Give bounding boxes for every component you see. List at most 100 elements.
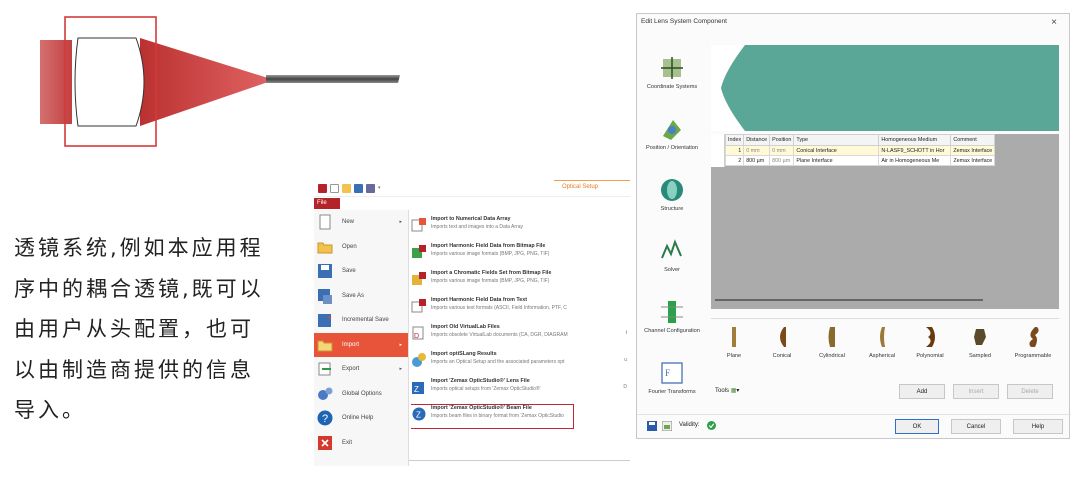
submenu-arrow-icon: ▸ — [399, 341, 402, 348]
submenu-item-import-harmonic-text[interactable]: Import Harmonic Field Data from Text Impo… — [411, 295, 630, 322]
submenu-item-import-zemax-lens[interactable]: Z Import 'Zemax OpticStudio®' Lens File I… — [411, 376, 630, 403]
sidebar-solver[interactable]: Solver — [643, 225, 701, 286]
palette-plane[interactable]: Plane — [711, 319, 757, 369]
tools-dropdown[interactable]: Tools ▦▾ — [715, 387, 739, 394]
lens-shape — [74, 37, 145, 127]
horizontal-scrollbar[interactable] — [715, 299, 983, 301]
table-row[interactable]: 1 0 mm 0 mm Conical Interface N-LASF9_SC… — [724, 145, 996, 156]
incremental-save-icon: + — [318, 313, 332, 328]
sidebar-channel-configuration[interactable]: Channel Configuration — [643, 286, 701, 347]
col-distance[interactable]: Distance — [743, 134, 771, 146]
insert-button[interactable]: Insert — [953, 384, 999, 399]
svg-text:?: ? — [322, 413, 328, 425]
palette-aspherical[interactable]: Aspherical — [859, 319, 905, 369]
new-icon[interactable] — [330, 183, 339, 193]
col-type[interactable]: Type — [793, 134, 880, 146]
help-icon: ? — [317, 410, 333, 426]
customize-arrow-icon[interactable]: ▾ — [378, 185, 381, 191]
import-submenu: Import to Numerical Data Array Imports te… — [411, 214, 630, 464]
new-document-icon — [319, 214, 331, 230]
help-button[interactable]: Help — [1013, 419, 1063, 434]
save-disk-icon — [318, 264, 332, 279]
table-row[interactable]: 2 800 µm 800 µm Plane Interface Air in H… — [724, 155, 996, 166]
close-icon[interactable]: × — [1051, 17, 1057, 28]
menu-item-open[interactable]: Open — [314, 235, 408, 260]
slide: 透镜系统,例如本应用程序中的耦合透镜,既可以由用户从头配置，也可以由制造商提供的… — [0, 0, 1080, 478]
incoming-beam — [40, 40, 72, 124]
submenu-arrow-icon: ▸ — [399, 219, 402, 226]
table-header-row: Index Distance Position Type Homogeneous… — [724, 134, 996, 146]
fourier-transforms-icon: F — [661, 361, 683, 384]
col-medium[interactable]: Homogeneous Medium — [878, 134, 952, 146]
menu-item-save[interactable]: Save — [314, 259, 408, 284]
structure-icon — [661, 178, 683, 201]
sidebar-fourier-transforms[interactable]: F Fourier Transforms — [643, 347, 701, 408]
sidebar-structure[interactable]: Structure — [643, 164, 701, 225]
sidebar-coordinate-systems[interactable]: Coordinate Systems — [643, 42, 701, 103]
dialog-title: Edit Lens System Component — [641, 18, 727, 25]
data-array-icon — [411, 218, 426, 232]
gears-icon — [318, 387, 333, 400]
menu-item-online-help[interactable]: ? Online Help — [314, 406, 408, 431]
col-position[interactable]: Position — [769, 134, 795, 146]
submenu-item-import-chromatic-bitmap[interactable]: Import a Chromatic Fields Set from Bitma… — [411, 268, 630, 295]
sampled-interface-icon — [974, 329, 986, 345]
print-icon[interactable] — [366, 183, 375, 193]
interface-grid: Index Distance Position Type Homogeneous… — [724, 134, 996, 166]
menu-item-save-as[interactable]: Save As — [314, 284, 408, 309]
coordinate-systems-icon — [661, 56, 683, 79]
col-index[interactable]: Index — [724, 134, 745, 146]
validity-label: Validity: — [679, 422, 700, 428]
cancel-button[interactable]: Cancel — [951, 419, 1001, 434]
file-menu-left-pane: New ▸ Open Save Save As + Incremental Sa… — [314, 210, 409, 466]
palette-sampled[interactable]: Sampled — [957, 319, 1003, 369]
submenu-item-import-data-array[interactable]: Import to Numerical Data Array Imports te… — [411, 214, 630, 241]
svg-text:D: D — [414, 333, 419, 340]
file-menu-window: ▾ Optical Setup File New ▸ Open Save Sav… — [314, 180, 630, 466]
delete-button[interactable]: Delete — [1007, 384, 1053, 399]
folder-open-icon — [317, 242, 333, 254]
cylindrical-interface-icon — [828, 327, 835, 347]
menu-item-incremental-save[interactable]: + Incremental Save — [314, 308, 408, 333]
solver-icon — [661, 238, 682, 258]
zemax-lens-highlight-box — [411, 404, 574, 429]
sidebar-position-orientation[interactable]: Position / Orientation — [643, 103, 701, 164]
edit-lens-system-dialog: Edit Lens System Component × Coordinate … — [636, 13, 1071, 439]
dialog-footer: Validity: OK Cancel Help — [637, 414, 1071, 438]
harmonic-field-text-icon — [411, 299, 426, 313]
plane-interface-icon — [732, 327, 736, 347]
menu-item-exit[interactable]: Exit — [314, 431, 408, 456]
palette-conical[interactable]: Conical — [759, 319, 805, 369]
save-icon[interactable] — [647, 421, 657, 431]
interface-palette: Plane Conical Cylindrical Aspherical Pol… — [711, 318, 1059, 368]
interface-table: Index Distance Position Type Homogeneous… — [711, 134, 1059, 309]
submenu-item-import-optislang[interactable]: Import optiSLang Results Imports an Optic… — [411, 349, 630, 376]
file-tab[interactable]: File — [314, 198, 340, 209]
position-orientation-icon — [663, 119, 681, 140]
save-icon[interactable] — [354, 183, 363, 193]
open-icon[interactable] — [342, 183, 351, 193]
validity-check-icon — [707, 421, 716, 430]
svg-text:F: F — [665, 368, 670, 378]
ribbon-tab-line — [554, 180, 630, 181]
aspherical-interface-icon — [880, 327, 885, 347]
harmonic-field-bitmap-icon — [412, 245, 426, 258]
ok-button[interactable]: OK — [895, 419, 939, 434]
ribbon-tab-optical-setup[interactable]: Optical Setup — [562, 184, 598, 190]
submenu-item-import-harmonic-bitmap[interactable]: Import Harmonic Field Data from Bitmap F… — [411, 241, 630, 268]
add-button[interactable]: Add — [899, 384, 945, 399]
menu-item-new[interactable]: New ▸ — [314, 210, 408, 235]
submenu-item-import-old-virtuallab[interactable]: D Import Old VirtualLab Files Imports obs… — [411, 322, 630, 349]
palette-programmable[interactable]: Programmable — [1007, 319, 1059, 369]
app-logo-icon[interactable] — [318, 183, 327, 193]
load-icon[interactable] — [662, 421, 672, 431]
row-selector[interactable] — [711, 134, 725, 167]
menu-item-global-options[interactable]: Global Options — [314, 382, 408, 407]
palette-cylindrical[interactable]: Cylindrical — [809, 319, 855, 369]
menu-item-export[interactable]: Export ▸ — [314, 357, 408, 382]
zemax-lens-file-icon: Z — [412, 382, 424, 394]
menu-item-import[interactable]: Import ▸ — [314, 332, 408, 357]
chromatic-fields-icon — [412, 272, 426, 285]
palette-polynomial[interactable]: Polynomial — [907, 319, 953, 369]
col-comment[interactable]: Comment — [950, 134, 996, 146]
